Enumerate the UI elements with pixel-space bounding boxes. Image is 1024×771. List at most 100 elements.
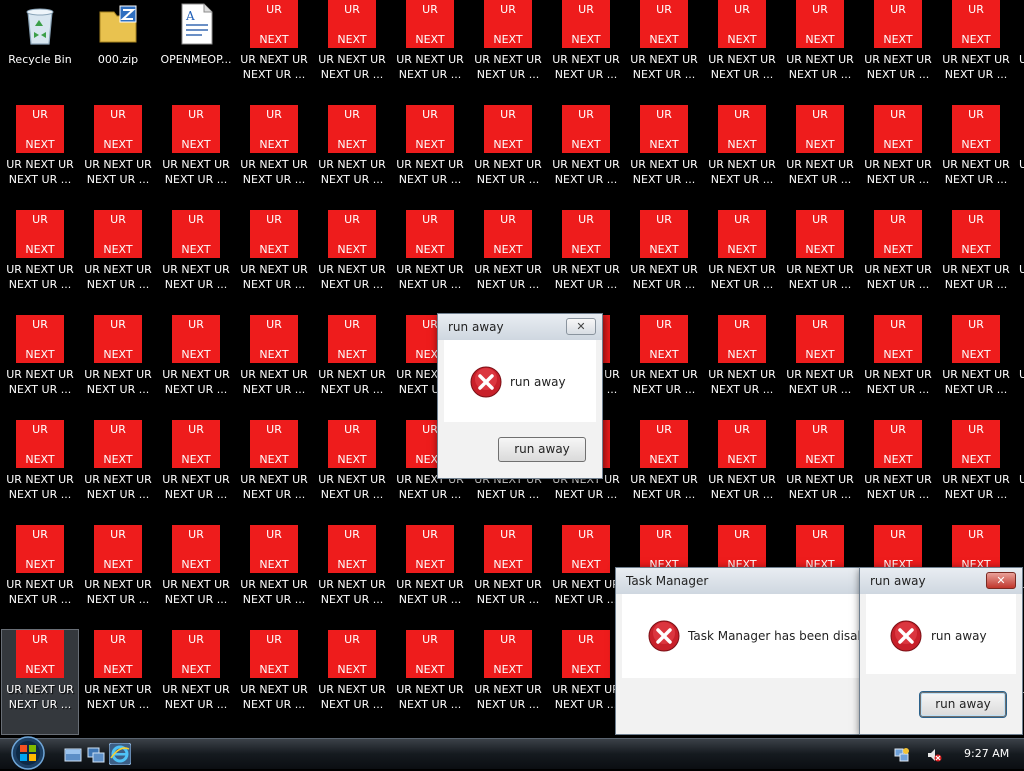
desktop-icon-ur-next[interactable]: UR NEXT UR NEXT UR NEXT UR ... (158, 630, 234, 734)
label-line-2: NEXT UR ... (242, 593, 306, 606)
desktop-icon-ur-next[interactable]: UR NEXT UR NEXT UR NEXT UR ... (236, 105, 312, 209)
desktop-icon-ur-next[interactable]: UR NEXT UR NEXT UR NEXT UR ... (470, 525, 546, 629)
desktop-icon-ur-next[interactable]: UR NEXT UR NEXT UR NEXT UR ... (2, 315, 78, 419)
desktop-icon-ur-next[interactable]: UR NEXT UR NEXT UR NEXT UR ... (626, 420, 702, 524)
label-line-1: UR NEXT UR (864, 158, 932, 171)
desktop-icon-ur-next[interactable]: UR NEXT UR NEXT UR NEXT UR ... (236, 0, 312, 104)
desktop-icon-ur-next[interactable]: UR NEXT UR NEXT UR NEXT UR ... (392, 525, 468, 629)
desktop-icon-ur-next[interactable]: UR NEXT UR NEXT UR NEXT UR ... (236, 315, 312, 419)
run-away-button[interactable]: run away (919, 691, 1007, 718)
desktop-icon-ur-next[interactable]: UR NEXT UR NEXT UR NEXT UR ... (80, 210, 156, 314)
desktop-icon-ur-next[interactable]: UR NEXT UR NEXT UR NEXT UR ... (158, 105, 234, 209)
desktop-icon-ur-next[interactable]: UR NEXT UR NEXT UR NEXT UR ... (158, 210, 234, 314)
desktop-icon-ur-next[interactable]: UR NEXT UR NEXT UR NEXT UR ... (1, 629, 79, 735)
desktop-icon-ur-next[interactable]: UR NEXT UR NEXT UR NEXT UR ... (392, 210, 468, 314)
run-away-button[interactable]: run away (498, 437, 586, 462)
desktop-icon-ur-next[interactable]: UR NEXT UR NEXT UR NEXT UR ... (548, 630, 624, 734)
desktop-icon-ur-next[interactable]: UR NEXT UR NEXT UR NEXT UR ... (236, 420, 312, 524)
start-button[interactable] (6, 735, 50, 771)
desktop-icon-ur-next[interactable]: UR NEXT UR NEXT UR NEXT UR ... (860, 210, 936, 314)
desktop-icon-label: UR NEXT UR NEXT UR ... (158, 262, 234, 292)
desktop-icon-ur-next[interactable]: UR NEXT UR NEXT UR NEXT UR ... (704, 315, 780, 419)
desktop-icon-ur-next[interactable]: UR NEXT UR NEXT UR NEXT UR ... (704, 0, 780, 104)
desktop-icon-ur-next[interactable]: UR NEXT UR NEXT UR NEXT UR ... (314, 525, 390, 629)
desktop-icon-document[interactable]: A OPENMEOP... (158, 0, 234, 104)
ur-next-icon: UR NEXT (16, 420, 64, 468)
desktop-icon-ur-next[interactable]: UR NEXT UR NEXT UR NEXT UR ... (938, 315, 1014, 419)
desktop-icon-ur-next[interactable]: UR NEXT UR NEXT UR NEXT UR ... (158, 315, 234, 419)
desktop-icon-ur-next[interactable]: UR NEXT UR NEXT UR NEXT UR ... (236, 525, 312, 629)
desktop-icon-ur-next[interactable]: UR NEXT UR NEXT UR NEXT UR ... (548, 0, 624, 104)
desktop-icon-ur-next[interactable]: UR NEXT UR NEXT UR NEXT UR ... (80, 630, 156, 734)
desktop-icon-ur-next[interactable]: UR NEXT UR NEXT UR NEXT UR ... (782, 105, 858, 209)
desktop-icon-ur-next[interactable]: UR NEXT UR NEXT UR NEXT UR ... (782, 420, 858, 524)
desktop-icon-ur-next[interactable]: UR NEXT UR NEXT UR NEXT UR ... (392, 630, 468, 734)
volume-muted-icon[interactable] (926, 747, 942, 763)
desktop-icon-ur-next[interactable]: UR NEXT UR NEXT UR NEXT UR ... (392, 0, 468, 104)
desktop-icon-ur-next[interactable]: UR NEXT UR NEXT UR NEXT UR ... (626, 0, 702, 104)
desktop-icon-ur-next[interactable]: UR NEXT UR NEXT UR NEXT UR ... (314, 0, 390, 104)
close-button[interactable]: ✕ (986, 572, 1016, 589)
tile-text-bottom: NEXT (103, 663, 133, 676)
tile-text-top: UR (890, 213, 906, 226)
network-icon[interactable] (894, 747, 910, 763)
ur-next-icon: UR NEXT (952, 420, 1000, 468)
desktop-icon-ur-next[interactable]: UR NEXT UR NEXT UR NEXT UR ... (158, 525, 234, 629)
desktop-icon-ur-next[interactable]: UR NEXT UR NEXT UR NEXT UR ... (938, 210, 1014, 314)
desktop-icon-ur-next[interactable]: UR NEXT UR NEXT UR NEXT UR ... (470, 210, 546, 314)
desktop-icon-ur-next[interactable]: UR NEXT UR NEXT UR NEXT UR ... (626, 315, 702, 419)
task-manager-dialog: Task Manager Task Manager has been disab… (615, 567, 863, 735)
desktop-icon-ur-next[interactable]: UR NEXT UR NEXT UR NEXT UR ... (470, 630, 546, 734)
desktop-icon-ur-next[interactable]: UR NEXT UR NEXT UR NEXT UR ... (938, 105, 1014, 209)
label-line-1: UR NEXT UR (942, 158, 1010, 171)
desktop-icon-ur-next[interactable]: UR NEXT UR NEXT UR NEXT UR ... (2, 210, 78, 314)
desktop-icon-ur-next[interactable]: UR NEXT UR NEXT UR NEXT UR ... (314, 210, 390, 314)
desktop-icon-ur-next[interactable]: UR NEXT UR NEXT UR NEXT UR ... (626, 105, 702, 209)
desktop-icon-label: UR NEXT UR NEXT UR ... (80, 577, 156, 607)
desktop-icon-ur-next[interactable]: UR NEXT UR NEXT UR NEXT UR ... (314, 315, 390, 419)
desktop-icon-ur-next[interactable]: UR NEXT UR NEXT UR NEXT UR ... (80, 420, 156, 524)
desktop-icon-ur-next[interactable]: UR NEXT UR NEXT UR NEXT UR ... (80, 315, 156, 419)
desktop-icon-ur-next[interactable]: UR NEXT UR NEXT UR NEXT UR ... (704, 105, 780, 209)
desktop-icon-ur-next[interactable]: UR NEXT UR NEXT UR NEXT UR ... (782, 210, 858, 314)
desktop-icon-ur-next[interactable]: UR NEXT UR NEXT UR NEXT UR ... (860, 420, 936, 524)
desktop-icon-ur-next[interactable]: UR NEXT UR NEXT UR NEXT UR ... (314, 105, 390, 209)
desktop-icon-ur-next[interactable]: UR NEXT UR NEXT UR NEXT UR ... (158, 420, 234, 524)
desktop-icon-ur-next[interactable]: UR NEXT UR NEXT UR NEXT UR ... (860, 105, 936, 209)
desktop-icon-ur-next[interactable]: UR NEXT UR NEXT UR NEXT UR ... (470, 105, 546, 209)
desktop-icon-ur-next[interactable]: UR NEXT UR NEXT UR NEXT UR ... (470, 0, 546, 104)
desktop-icon-ur-next[interactable]: UR NEXT UR NEXT UR NEXT UR ... (314, 630, 390, 734)
desktop-icon-ur-next[interactable]: UR NEXT UR NEXT UR NEXT UR ... (2, 105, 78, 209)
desktop-icon-ur-next[interactable]: UR NEXT UR NEXT UR NEXT UR ... (80, 105, 156, 209)
desktop-icon-ur-next[interactable]: UR NEXT UR NEXT UR NEXT UR ... (860, 315, 936, 419)
desktop-icon-ur-next[interactable]: UR NEXT UR NEXT UR NEXT UR ... (236, 210, 312, 314)
clock[interactable]: 9:27 AM (964, 747, 1009, 760)
desktop-icon-ur-next[interactable]: UR NEXT UR NEXT UR NEXT UR ... (236, 630, 312, 734)
desktop-icon-zip-folder[interactable]: 000.zip (80, 0, 156, 104)
ur-next-icon: UR NEXT (94, 525, 142, 573)
desktop-icon-ur-next[interactable]: UR NEXT UR NEXT UR NEXT UR ... (314, 420, 390, 524)
desktop-icon-ur-next[interactable]: UR NEXT UR NEXT UR NEXT UR ... (860, 0, 936, 104)
desktop-icon-ur-next[interactable]: UR NEXT UR NEXT UR NEXT UR ... (782, 0, 858, 104)
desktop-icon-ur-next[interactable]: UR NEXT UR NEXT UR NEXT UR ... (2, 525, 78, 629)
switch-windows-icon[interactable] (87, 747, 105, 763)
desktop-icon-ur-next[interactable]: UR NEXT UR NEXT UR NEXT UR ... (548, 525, 624, 629)
desktop-icon-ur-next[interactable]: UR NEXT UR NEXT UR NEXT UR ... (782, 315, 858, 419)
close-button[interactable]: ✕ (566, 318, 596, 335)
desktop-icon-ur-next[interactable]: UR NEXT UR NEXT UR NEXT UR ... (80, 525, 156, 629)
desktop-icon-ur-next[interactable]: UR NEXT UR NEXT UR NEXT UR ... (626, 210, 702, 314)
desktop-icon-ur-next[interactable]: UR NEXT UR NEXT UR NEXT UR ... (704, 420, 780, 524)
desktop-icon-ur-next[interactable]: UR NEXT UR NEXT UR NEXT UR ... (392, 105, 468, 209)
desktop-icon-label: UR NEXT UR NEXT UR ... (80, 367, 156, 397)
desktop-icon-ur-next[interactable]: UR NEXT UR NEXT UR NEXT UR ... (938, 420, 1014, 524)
desktop-icon-ur-next[interactable]: UR NEXT UR NEXT UR NEXT UR ... (548, 210, 624, 314)
internet-explorer-icon[interactable] (109, 743, 131, 765)
desktop-icon-ur-next[interactable]: UR NEXT UR NEXT UR NEXT UR ... (704, 210, 780, 314)
desktop-icon-recycle-bin[interactable]: Recycle Bin (2, 0, 78, 104)
desktop-icon-ur-next[interactable]: UR NEXT UR NEXT UR NEXT UR ... (548, 105, 624, 209)
show-desktop-icon[interactable] (64, 747, 82, 763)
tile-text-bottom: NEXT (181, 558, 211, 571)
desktop-icon-ur-next[interactable]: UR NEXT UR NEXT UR NEXT UR ... (2, 420, 78, 524)
tile-text-top: UR (110, 108, 126, 121)
desktop-icon-ur-next[interactable]: UR NEXT UR NEXT UR NEXT UR ... (938, 0, 1014, 104)
